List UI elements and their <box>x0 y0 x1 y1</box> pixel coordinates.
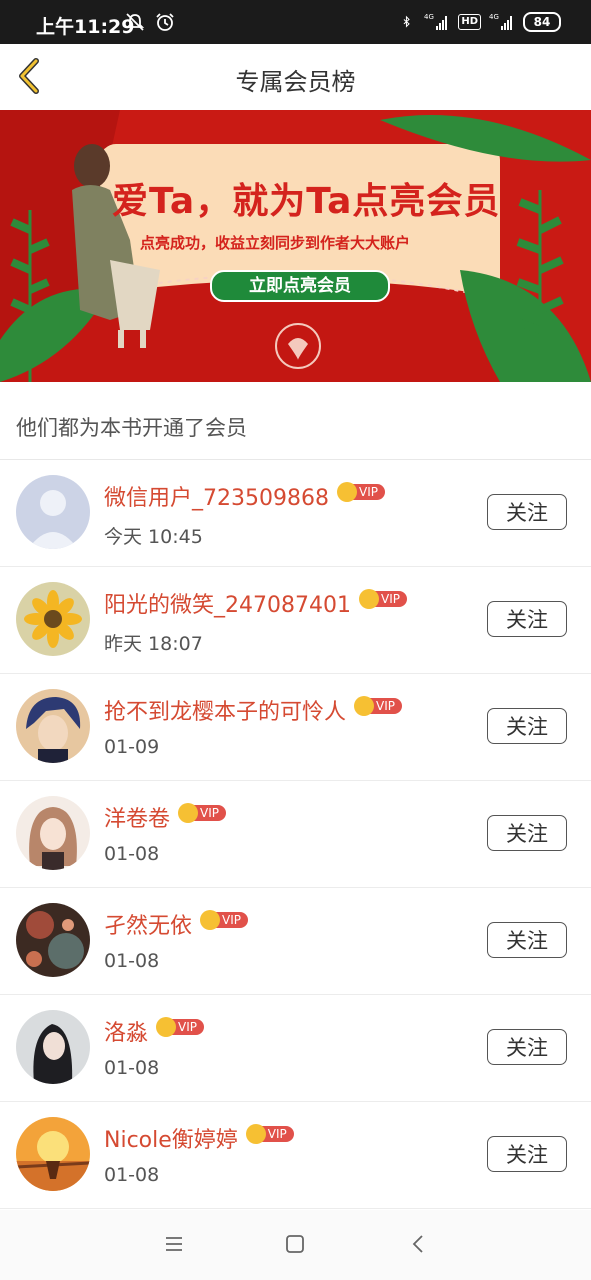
signal-icon-2: 4G <box>489 13 512 30</box>
avatar[interactable] <box>16 1117 90 1191</box>
list-item[interactable]: 阳光的微笑_247087401 VIP 昨天 18:07 关注 <box>0 567 591 674</box>
follow-button[interactable]: 关注 <box>487 708 567 744</box>
vip-badge: VIP <box>245 1124 294 1144</box>
page-title: 专属会员榜 <box>235 68 356 96</box>
banner-subline: 点亮成功，收益立刻同步到作者大大账户 <box>140 234 411 252</box>
follow-button[interactable]: 关注 <box>487 601 567 637</box>
crown-icon <box>336 482 357 502</box>
back-triangle-icon[interactable] <box>406 1232 430 1256</box>
vip-badge: VIP <box>336 482 385 502</box>
avatar[interactable] <box>16 796 90 870</box>
member-time: 01-09 <box>104 736 160 758</box>
member-name[interactable]: 洋卷卷 <box>104 807 170 832</box>
member-list: 微信用户_723509868 VIP 今天 10:45 关注 阳光的微笑_2470… <box>0 460 591 1209</box>
avatar[interactable] <box>16 582 90 656</box>
avatar[interactable] <box>16 903 90 977</box>
section-title: 他们都为本书开通了会员 <box>16 416 247 440</box>
list-item[interactable]: 抢不到龙樱本子的可怜人 VIP 01-09 关注 <box>0 674 591 781</box>
home-square-icon[interactable] <box>283 1232 307 1256</box>
banner-headline: 爱Ta，就为Ta点亮会员 <box>112 181 501 222</box>
follow-button[interactable]: 关注 <box>487 815 567 851</box>
crown-icon <box>245 1124 266 1144</box>
light-up-vip-button[interactable]: 立即点亮会员 <box>210 270 390 302</box>
alarm-clock-icon <box>156 13 174 31</box>
member-time: 01-08 <box>104 843 160 865</box>
system-nav-bar <box>0 1210 591 1280</box>
vip-badge: VIP <box>156 1017 204 1037</box>
avatar[interactable] <box>16 1010 90 1084</box>
member-name[interactable]: 微信用户_723509868 <box>104 486 329 511</box>
member-time: 01-08 <box>104 950 160 972</box>
member-name[interactable]: Nicole衡婷婷 <box>104 1128 238 1153</box>
vip-badge: VIP <box>354 696 402 716</box>
list-item[interactable]: 孑然无依 VIP 01-08 关注 <box>0 888 591 995</box>
vip-badge: VIP <box>358 589 407 609</box>
member-name[interactable]: 阳光的微笑_247087401 <box>104 593 351 618</box>
follow-button[interactable]: 关注 <box>487 1136 567 1172</box>
member-name[interactable]: 抢不到龙樱本子的可怜人 <box>104 700 346 725</box>
avatar[interactable] <box>16 475 90 549</box>
member-time: 昨天 18:07 <box>104 633 203 655</box>
signal-icon: 4G <box>424 13 448 30</box>
vip-badge: VIP <box>200 910 248 930</box>
mute-bell-icon <box>125 13 145 31</box>
crown-icon <box>178 803 199 823</box>
svg-text:4G: 4G <box>489 13 499 21</box>
list-item[interactable]: 洛淼 VIP 01-08 关注 <box>0 995 591 1102</box>
promo-banner[interactable]: 爱Ta，就为Ta点亮会员 点亮成功，收益立刻同步到作者大大账户 立即点亮会员 <box>0 110 591 382</box>
crown-icon <box>354 696 375 716</box>
hd-badge: HD <box>458 14 481 30</box>
member-time: 今天 10:45 <box>104 526 203 548</box>
member-name[interactable]: 孑然无依 <box>104 914 192 939</box>
crown-icon <box>156 1017 177 1037</box>
svg-text:4G: 4G <box>424 13 434 21</box>
bluetooth-icon <box>403 15 411 28</box>
crown-icon <box>358 589 379 609</box>
crown-icon <box>200 910 221 930</box>
status-bar: 上午11:29 4G HD 4G 84 <box>0 0 591 44</box>
list-item[interactable]: 微信用户_723509868 VIP 今天 10:45 关注 <box>0 460 591 567</box>
vip-badge: VIP <box>178 803 226 823</box>
avatar[interactable] <box>16 689 90 763</box>
menu-icon[interactable] <box>162 1232 186 1256</box>
list-item[interactable]: 洋卷卷 VIP 01-08 关注 <box>0 781 591 888</box>
list-item[interactable]: Nicole衡婷婷 VIP 01-08 关注 <box>0 1102 591 1209</box>
member-time: 01-08 <box>104 1164 160 1186</box>
follow-button[interactable]: 关注 <box>487 1029 567 1065</box>
member-time: 01-08 <box>104 1057 160 1079</box>
follow-button[interactable]: 关注 <box>487 922 567 958</box>
battery-indicator: 84 <box>523 12 561 32</box>
top-bar: 专属会员榜 <box>0 44 591 111</box>
member-name[interactable]: 洛淼 <box>104 1021 148 1046</box>
follow-button[interactable]: 关注 <box>487 494 567 530</box>
status-time: 上午11:29 <box>36 16 135 38</box>
